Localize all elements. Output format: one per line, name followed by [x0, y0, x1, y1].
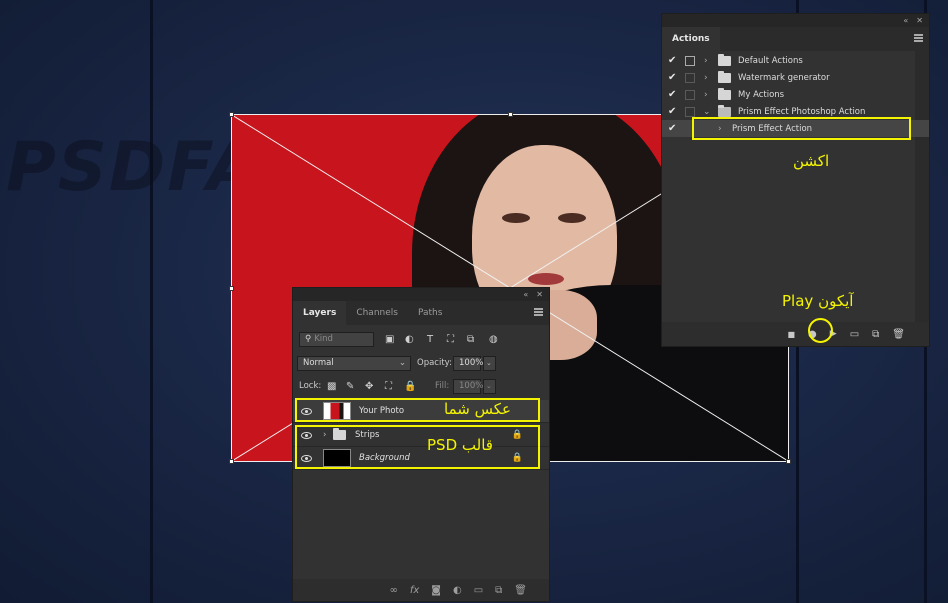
fill-input[interactable]: 100%: [453, 378, 484, 394]
filter-toggle-icon[interactable]: ◍: [489, 334, 498, 345]
lock-label: Lock:: [299, 381, 322, 391]
annotation-psd-template: قالب PSD: [427, 436, 493, 454]
mask-icon[interactable]: ◙: [431, 585, 441, 596]
action-set-my-actions[interactable]: ✔ › My Actions: [662, 86, 929, 103]
folder-open-icon: [718, 104, 731, 117]
highlight-prism-action: [692, 117, 911, 140]
folder-icon: [718, 53, 731, 66]
folder-icon: [718, 70, 731, 83]
new-action-icon[interactable]: ⧉: [872, 329, 879, 340]
panel-titlebar: « ✕: [293, 288, 549, 301]
lock-brush-icon[interactable]: ✎: [346, 381, 354, 392]
check-icon[interactable]: ✔: [668, 106, 676, 117]
transform-handle[interactable]: [786, 459, 791, 464]
check-icon[interactable]: ✔: [668, 123, 676, 134]
annotation-your-photo: عکس شما: [444, 400, 511, 418]
lock-artboard-icon[interactable]: ⛶: [385, 381, 392, 392]
shape-filter-icon[interactable]: ⛶: [447, 334, 454, 345]
lock-move-icon[interactable]: ✥: [365, 381, 373, 392]
blend-mode-value: Normal: [303, 358, 334, 368]
layers-tabbar: Layers Channels Paths: [293, 301, 549, 325]
close-icon[interactable]: ✕: [536, 290, 543, 299]
action-label: Prism Effect Photoshop Action: [738, 106, 866, 117]
action-set-watermark[interactable]: ✔ › Watermark generator: [662, 69, 929, 86]
action-label: Default Actions: [738, 55, 803, 66]
opacity-value: 100%: [459, 358, 484, 368]
adjustment-filter-icon[interactable]: ◐: [405, 334, 414, 345]
action-set-default[interactable]: ✔ › Default Actions: [662, 52, 929, 69]
smart-filter-icon[interactable]: ⧉: [467, 334, 474, 345]
new-layer-icon[interactable]: ⧉: [495, 585, 502, 596]
fill-label: Fill:: [435, 381, 450, 391]
chevron-down-icon: ⌄: [398, 358, 406, 368]
trash-icon[interactable]: 🗑: [514, 585, 527, 596]
fill-value: 100%: [459, 381, 484, 391]
highlight-psd-template: [295, 425, 540, 469]
panel-menu-icon[interactable]: [914, 34, 923, 42]
tab-channels[interactable]: Channels: [346, 301, 408, 325]
annotation-play-icon: آیکون Play: [782, 292, 854, 310]
background-plank: [150, 0, 153, 603]
check-icon[interactable]: ✔: [668, 55, 676, 66]
chevron-down-icon: ⌄: [486, 359, 492, 367]
fx-icon[interactable]: fx: [410, 585, 419, 596]
transform-handle[interactable]: [229, 286, 234, 291]
opacity-input[interactable]: 100%: [453, 355, 484, 371]
blend-row: Normal ⌄ Opacity: 100% ⌄: [293, 352, 549, 374]
action-label: Watermark generator: [738, 72, 830, 83]
lock-transparency-icon[interactable]: ▩: [327, 381, 336, 392]
filter-row: ⚲ Kind ▣ ◐ T ⛶ ⧉ ◍: [293, 328, 549, 350]
chevron-down-icon[interactable]: ⌄: [703, 107, 711, 117]
dialog-toggle-icon[interactable]: [685, 106, 695, 117]
blend-mode-select[interactable]: Normal ⌄: [297, 355, 411, 371]
collapse-icon[interactable]: «: [523, 290, 528, 299]
opacity-dropdown[interactable]: ⌄: [483, 355, 496, 371]
group-folder-icon[interactable]: ▭: [474, 585, 483, 596]
panel-titlebar: « ✕: [662, 14, 929, 27]
chevron-down-icon: ⌄: [486, 382, 492, 390]
fill-dropdown[interactable]: ⌄: [483, 378, 496, 394]
check-icon[interactable]: ✔: [668, 72, 676, 83]
opacity-label: Opacity:: [417, 358, 452, 368]
transform-handle[interactable]: [229, 459, 234, 464]
stop-icon[interactable]: ■: [787, 330, 795, 339]
chevron-right-icon[interactable]: ›: [704, 73, 708, 83]
chevron-right-icon[interactable]: ›: [704, 56, 708, 66]
annotation-action: اکشن: [793, 152, 830, 170]
dialog-toggle-icon[interactable]: [685, 89, 695, 100]
tab-layers[interactable]: Layers: [293, 301, 347, 325]
actions-tabbar: Actions: [662, 27, 929, 51]
search-icon: ⚲: [305, 334, 312, 344]
pixel-filter-icon[interactable]: ▣: [385, 334, 394, 345]
action-label: My Actions: [738, 89, 785, 100]
kind-filter-select[interactable]: ⚲ Kind: [299, 331, 374, 347]
check-icon[interactable]: ✔: [668, 89, 676, 100]
actions-toolbar: ■ ● ▶ ▭ ⧉ 🗑: [662, 322, 929, 346]
transform-handle[interactable]: [229, 112, 234, 117]
dialog-toggle-icon[interactable]: [685, 72, 695, 83]
adjustment-layer-icon[interactable]: ◐: [453, 585, 462, 596]
close-icon[interactable]: ✕: [916, 16, 923, 25]
trash-icon[interactable]: 🗑: [892, 329, 905, 340]
lock-row: Lock: ▩ ✎ ✥ ⛶ 🔒 Fill: 100% ⌄: [293, 375, 549, 397]
collapse-icon[interactable]: «: [903, 16, 908, 25]
tab-actions[interactable]: Actions: [662, 27, 720, 51]
new-set-folder-icon[interactable]: ▭: [850, 329, 859, 340]
folder-icon: [718, 87, 731, 100]
kind-placeholder: Kind: [314, 334, 333, 344]
link-icon[interactable]: ∞: [389, 585, 397, 596]
tab-paths[interactable]: Paths: [408, 301, 452, 325]
chevron-right-icon[interactable]: ›: [704, 90, 708, 100]
type-filter-icon[interactable]: T: [427, 334, 433, 345]
highlight-play-button: [808, 318, 833, 343]
transform-handle[interactable]: [508, 112, 513, 117]
panel-menu-icon[interactable]: [534, 308, 543, 316]
lock-all-icon[interactable]: 🔒: [404, 381, 416, 392]
layers-toolbar: ∞ fx ◙ ◐ ▭ ⧉ 🗑: [293, 579, 549, 601]
dialog-toggle-icon[interactable]: [685, 55, 695, 66]
